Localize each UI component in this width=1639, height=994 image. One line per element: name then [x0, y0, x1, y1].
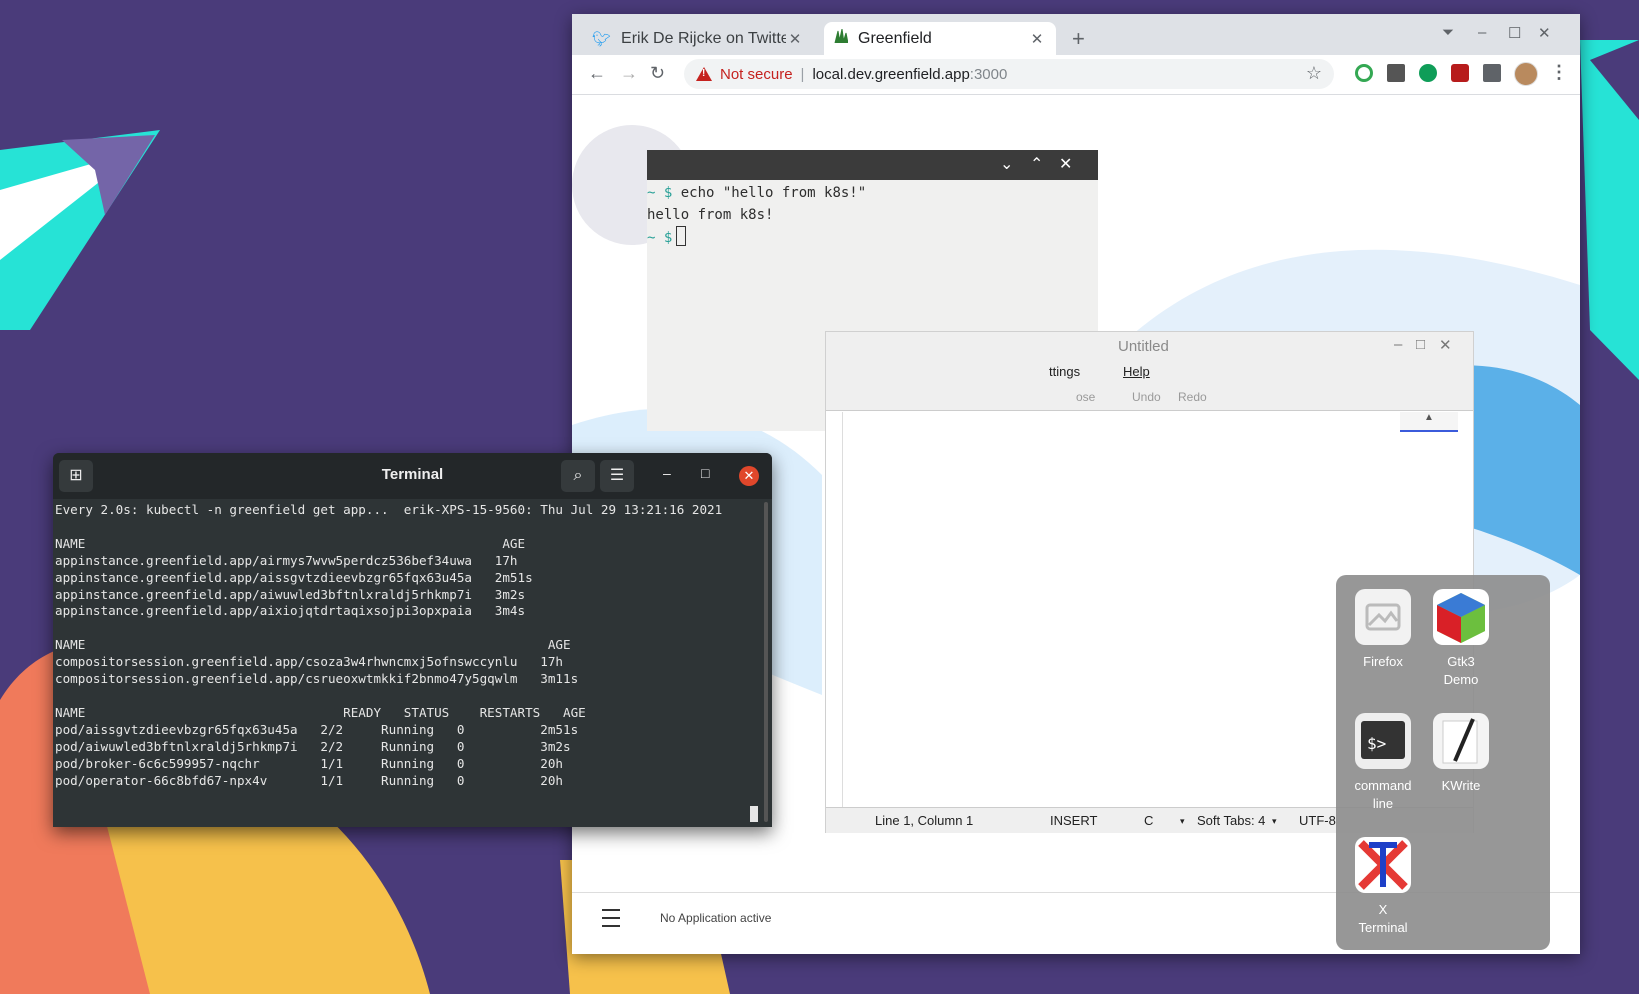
kwrite-titlebar: Untitled – □ ✕ [826, 332, 1473, 360]
twitter-icon: 🐦︎ [592, 30, 612, 48]
terminal-scrollbar[interactable] [764, 502, 768, 822]
address-bar[interactable]: Not secure | local.dev.greenfield.app:30… [684, 59, 1334, 89]
toolbar-close[interactable]: ose [1076, 390, 1095, 404]
chevron-up-icon[interactable]: ⌃ [1030, 154, 1043, 174]
terminal-line: ~ $ echo "hello from k8s!" [647, 182, 1098, 204]
terminal-output[interactable]: Every 2.0s: kubectl -n greenfield get ap… [55, 502, 755, 789]
new-tab-icon[interactable]: ⊞ [59, 460, 93, 492]
close-icon[interactable]: ✕ [1059, 154, 1072, 174]
search-icon[interactable]: ⌕ [561, 460, 595, 492]
app-label: Gtk3 Demo [1443, 654, 1479, 687]
chevron-down-icon[interactable]: ▾ [1272, 816, 1277, 827]
warning-icon [696, 67, 712, 81]
kwrite-editor[interactable] [842, 412, 1401, 807]
terminal-icon: $> [1355, 713, 1411, 769]
tab-twitter[interactable]: 🐦︎ Erik De Rijcke on Twitte ✕ [582, 22, 814, 55]
kwrite-scrollbar[interactable]: ▲ [1400, 412, 1458, 432]
gnome-terminal-window: ⊞ Terminal ⌕ ☰ – □ ✕ Every 2.0s: kubectl… [53, 453, 772, 827]
close-icon[interactable]: ✕ [1439, 336, 1452, 354]
indentation-mode[interactable]: Soft Tabs: 4 [1197, 813, 1265, 828]
text-cursor [750, 806, 758, 822]
chevron-down-icon[interactable]: ▾ [1180, 816, 1185, 827]
url-port: :3000 [969, 65, 1008, 83]
browser-menu-icon[interactable]: ⋮ [1550, 62, 1568, 83]
omnibox-divider: | [800, 65, 805, 83]
app-label: X Terminal [1358, 902, 1408, 935]
terminal-line: ~ $ [647, 226, 1098, 249]
launcher-app-command-line[interactable]: $> command line [1343, 713, 1423, 813]
scroll-up-icon[interactable]: ▲ [1424, 412, 1434, 423]
new-tab-button[interactable]: + [1072, 28, 1085, 50]
chevron-down-icon[interactable]: ⌄ [1000, 154, 1013, 174]
tab-greenfield[interactable]: Greenfield ✕ [824, 22, 1056, 55]
encoding[interactable]: UTF-8 [1299, 813, 1336, 828]
not-secure-label[interactable]: Not secure [720, 66, 793, 83]
browser-toolbar: ← → ↻ Not secure | local.dev.greenfield.… [572, 55, 1580, 95]
prompt: ~ $ [647, 230, 673, 246]
kwrite-icon [1433, 713, 1489, 769]
app-launcher: Firefox Gtk3 Demo $> command line KWrite [1336, 575, 1550, 950]
web-terminal-titlebar: ⌄ ⌃ ✕ [647, 150, 1098, 180]
tab-strip: 🐦︎ Erik De Rijcke on Twitte ✕ Greenfield… [572, 14, 1580, 55]
cursor-position[interactable]: Line 1, Column 1 [875, 813, 973, 828]
hamburger-menu-icon[interactable] [602, 909, 620, 927]
minimize-button[interactable]: – [1478, 24, 1486, 41]
close-button[interactable]: ✕ [1538, 24, 1551, 42]
forward-icon[interactable]: → [620, 63, 638, 84]
maximize-button[interactable]: ☐ [1508, 24, 1521, 42]
puzzle-extensions-icon[interactable] [1483, 64, 1501, 82]
extension-green-icon[interactable] [1419, 64, 1437, 82]
xterm-icon [1355, 837, 1411, 893]
tab-close-icon[interactable]: ✕ [786, 30, 804, 48]
menu-settings[interactable]: ttings [1049, 364, 1080, 379]
text-cursor [676, 226, 687, 246]
minimize-icon[interactable]: – [663, 465, 671, 481]
app-label: KWrite [1441, 778, 1481, 793]
toolbar-undo[interactable]: Undo [1132, 390, 1161, 404]
launcher-app-kwrite[interactable]: KWrite [1421, 713, 1501, 795]
toolbar-redo[interactable]: Redo [1178, 390, 1207, 404]
firefox-icon [1355, 589, 1411, 645]
avatar[interactable] [1514, 62, 1538, 86]
prompt: ~ $ [647, 185, 673, 201]
tab-search-icon[interactable]: ⏷ [1442, 24, 1454, 41]
syntax-mode[interactable]: C [1144, 813, 1153, 828]
input-mode[interactable]: INSERT [1050, 813, 1097, 828]
tab-title: Erik De Rijcke on Twitte [621, 29, 786, 47]
minimize-icon[interactable]: – [1394, 336, 1402, 353]
qr-code-icon[interactable] [1387, 64, 1405, 82]
menu-help[interactable]: Help [1123, 364, 1150, 379]
tab-title: Greenfield [858, 29, 932, 47]
maximize-icon[interactable]: □ [701, 465, 709, 481]
close-icon[interactable]: ✕ [739, 466, 759, 486]
reload-icon[interactable]: ↻ [650, 63, 665, 84]
launcher-app-firefox[interactable]: Firefox [1343, 589, 1423, 671]
launcher-app-gtk3-demo[interactable]: Gtk3 Demo [1421, 589, 1501, 689]
back-icon[interactable]: ← [588, 63, 606, 84]
maximize-icon[interactable]: □ [1416, 336, 1425, 353]
app-label: Firefox [1363, 654, 1403, 669]
greenfield-icon [834, 28, 849, 48]
extension-icon[interactable] [1355, 64, 1373, 82]
window-title: Untitled [1118, 338, 1169, 355]
active-app-status: No Application active [660, 911, 772, 925]
terminal-line: hello from k8s! [647, 204, 1098, 226]
command-text: echo "hello from k8s!" [672, 185, 867, 201]
tab-close-icon[interactable]: ✕ [1028, 30, 1046, 48]
kwrite-toolbar: ose Undo Redo [826, 384, 1473, 411]
url-host: local.dev.greenfield.app [812, 65, 970, 83]
gtk-icon [1433, 589, 1489, 645]
launcher-app-x-terminal[interactable]: X Terminal [1343, 837, 1423, 937]
menu-icon[interactable]: ☰ [600, 460, 634, 492]
ublock-icon[interactable] [1451, 64, 1469, 82]
bookmark-star-icon[interactable]: ☆ [1306, 63, 1322, 84]
kwrite-menubar: ttings Help [826, 360, 1473, 384]
terminal-headerbar: ⊞ Terminal ⌕ ☰ – □ ✕ [53, 453, 772, 499]
output-text: hello from k8s! [647, 207, 774, 223]
svg-text:$>: $> [1367, 734, 1386, 753]
web-terminal-output[interactable]: ~ $ echo "hello from k8s!" hello from k8… [647, 180, 1098, 249]
app-label: command line [1354, 778, 1412, 811]
